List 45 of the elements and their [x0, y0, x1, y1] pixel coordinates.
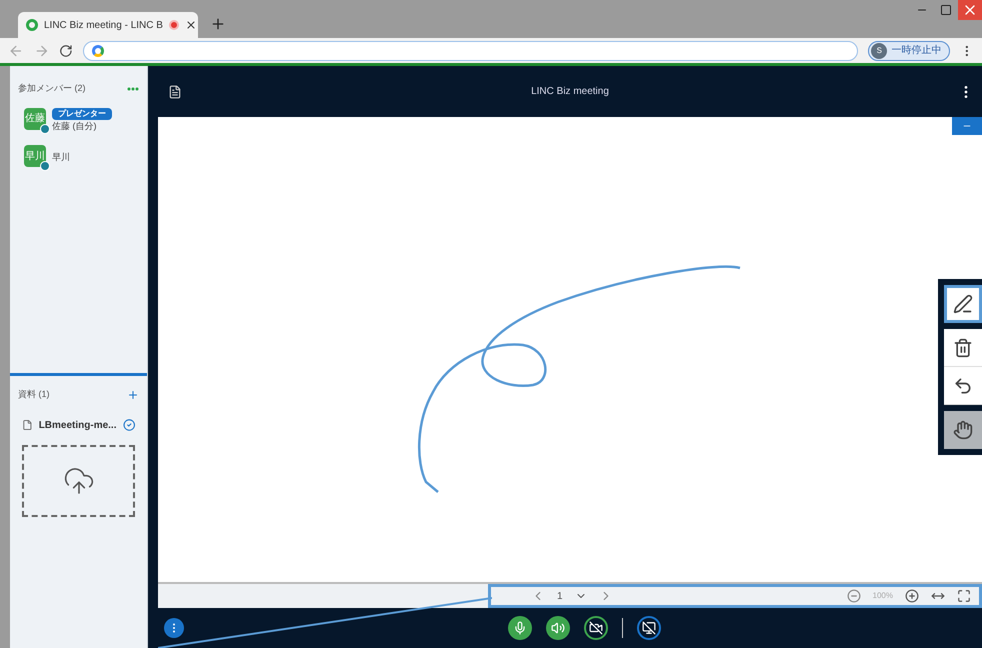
undo-icon: [953, 376, 973, 396]
trash-icon: [953, 338, 973, 358]
fullscreen-icon[interactable]: [957, 589, 971, 603]
tool-button[interactable]: [944, 285, 982, 323]
zoom-out-icon[interactable]: [846, 589, 861, 603]
reload-icon[interactable]: [59, 44, 74, 58]
document-icon[interactable]: [168, 84, 182, 98]
file-item[interactable]: LBmeeting-me...: [18, 418, 139, 432]
meeting-title: LINC Biz meeting: [531, 85, 609, 99]
page-number: 1: [557, 590, 563, 604]
upload-dropzone[interactable]: [22, 444, 135, 516]
camera-button[interactable]: [584, 616, 608, 640]
options-button[interactable]: [164, 618, 184, 638]
new-tab-icon[interactable]: [210, 16, 226, 32]
pen-icon: [953, 294, 973, 314]
members-title: 参加メンバー (2): [18, 82, 86, 95]
recording-icon: [168, 20, 179, 30]
file-name: LBmeeting-me...: [38, 418, 116, 432]
more-icon[interactable]: [127, 86, 139, 91]
tool-button[interactable]: [944, 411, 982, 449]
zoom-in-icon[interactable]: [905, 589, 919, 603]
mic-button[interactable]: [508, 616, 532, 640]
zoom-level: 100%: [872, 590, 893, 602]
screen-button[interactable]: [637, 616, 661, 640]
files-title: 資料 (1): [18, 388, 50, 401]
tab-title: LINC Biz meeting - LINC B: [44, 18, 163, 32]
hand-icon: [953, 420, 973, 440]
profile-status: 一時停止中: [891, 44, 942, 58]
speaker-icon: [551, 621, 565, 635]
close-window-icon[interactable]: [958, 0, 982, 20]
profile-avatar: S: [871, 42, 888, 58]
member-name: 佐藤 (自分): [52, 120, 98, 133]
close-icon[interactable]: [184, 19, 197, 31]
browser-tab[interactable]: LINC Biz meeting - LINC B: [18, 12, 198, 38]
add-icon[interactable]: [127, 388, 139, 401]
speaker-button[interactable]: [546, 616, 570, 640]
screen-off-icon: [642, 621, 656, 635]
file-icon: [22, 419, 33, 431]
camera-off-icon: [589, 621, 603, 635]
address-field[interactable]: [83, 40, 858, 60]
profile-pill[interactable]: S 一時停止中: [868, 40, 950, 60]
app-logo-icon: [26, 19, 38, 31]
member-name: 早川: [52, 151, 70, 164]
presenter-badge: プレゼンター: [52, 108, 112, 120]
microphone-icon: [513, 621, 527, 635]
